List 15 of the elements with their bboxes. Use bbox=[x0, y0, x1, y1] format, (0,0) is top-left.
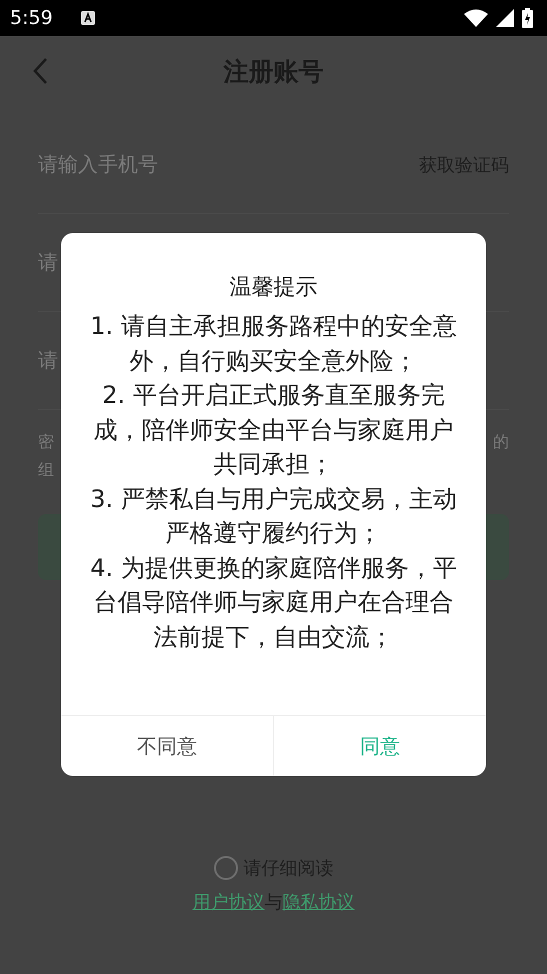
agree-checkbox[interactable] bbox=[214, 856, 238, 880]
notice-item: 3. 严禁私自与用户完成交易，主动严格遵守履约行为； bbox=[89, 484, 458, 549]
wifi-icon bbox=[464, 9, 488, 27]
disagree-button[interactable]: 不同意 bbox=[61, 716, 273, 776]
notice-item: 2. 平台开启正式服务直至服务完成，陪伴师安全由平台与家庭用户共同承担； bbox=[92, 380, 454, 480]
notification-icon bbox=[80, 11, 95, 25]
agreement-link[interactable]: 隐私协议 bbox=[282, 890, 354, 914]
battery-icon bbox=[522, 8, 533, 28]
status-time: 5:59 bbox=[10, 7, 53, 29]
dialog-title: 温馨提示 bbox=[228, 274, 318, 302]
notice-item: 4. 为提供更换的家庭陪伴服务，平台倡导陪伴师与家庭用户在合理合法前提下，自由交流； bbox=[89, 552, 458, 652]
agreement-link[interactable]: 用户协议 bbox=[192, 890, 264, 914]
notice-item: 1. 请自主承担服务路程中的安全意外，自行购买安全意外险； bbox=[89, 311, 458, 376]
signal-icon bbox=[496, 9, 514, 27]
agree-button[interactable]: 同意 bbox=[273, 716, 486, 776]
